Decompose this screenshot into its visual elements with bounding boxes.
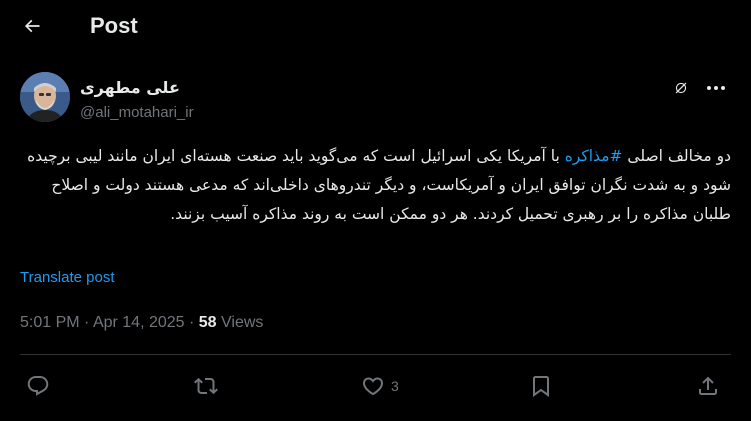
- post-text-start: دو مخالف اصلی: [622, 147, 731, 165]
- translate-post-link[interactable]: Translate post: [20, 269, 115, 286]
- repost-icon: [194, 374, 218, 398]
- like-count: 3: [391, 378, 399, 394]
- reply-button[interactable]: [26, 372, 50, 400]
- post-time[interactable]: 5:01 PM: [20, 314, 80, 331]
- more-icon: [706, 85, 726, 91]
- post-date[interactable]: Apr 14, 2025: [93, 314, 185, 331]
- post-header: Post: [0, 0, 751, 54]
- grok-button[interactable]: [669, 76, 693, 100]
- author-handle[interactable]: @ali_motahari_ir: [80, 104, 194, 121]
- back-button[interactable]: [14, 8, 50, 44]
- hashtag-link[interactable]: #مذاکره: [565, 147, 623, 165]
- repost-button[interactable]: [194, 372, 218, 400]
- like-button[interactable]: 3: [361, 372, 399, 400]
- reply-icon: [26, 374, 50, 398]
- share-button[interactable]: [696, 372, 720, 400]
- views-label: Views: [216, 314, 264, 331]
- bookmark-icon: [529, 374, 553, 398]
- post-metadata: 5:01 PM · Apr 14, 2025 · 58 Views: [20, 314, 263, 332]
- author-name[interactable]: علی مطهری: [80, 78, 180, 97]
- post-text: دو مخالف اصلی #مذاکره با آمریکا یکی اسرا…: [20, 142, 731, 229]
- bookmark-button[interactable]: [529, 372, 553, 400]
- page-title: Post: [90, 13, 138, 38]
- divider: [20, 354, 731, 355]
- meta-separator: ·: [79, 314, 93, 331]
- avatar[interactable]: [20, 72, 70, 122]
- heart-icon: [361, 374, 385, 398]
- more-button[interactable]: [702, 76, 730, 100]
- meta-separator: ·: [184, 314, 199, 331]
- grok-icon: [674, 81, 688, 95]
- views-count: 58: [198, 314, 217, 331]
- share-icon: [696, 374, 720, 398]
- arrow-left-icon: [22, 16, 42, 36]
